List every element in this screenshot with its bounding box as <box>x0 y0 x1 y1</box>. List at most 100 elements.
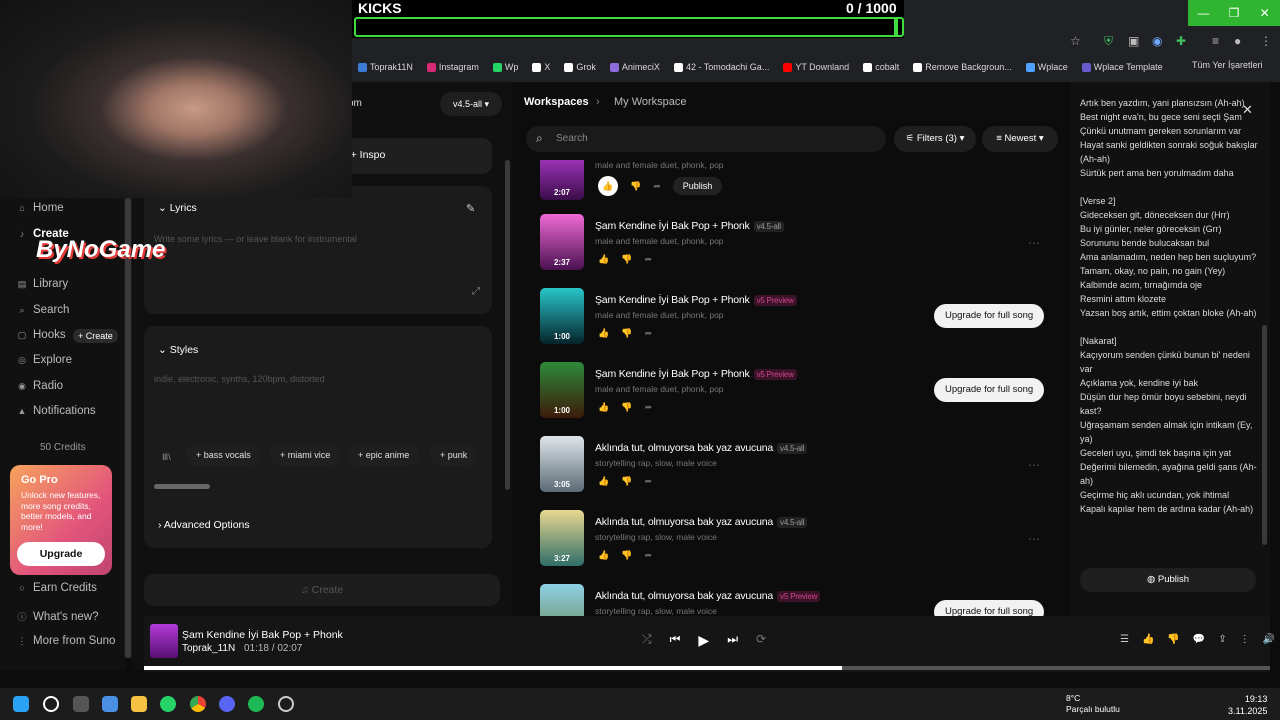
upgrade-full-song-button[interactable]: Upgrade for full song <box>934 378 1045 402</box>
file-explorer-icon[interactable] <box>131 696 147 712</box>
all-bookmarks[interactable]: Tüm Yer İşaretleri <box>1192 60 1263 70</box>
like-icon[interactable]: 👍 <box>598 176 618 196</box>
bookmark-item[interactable]: Wplace Template <box>1081 62 1163 72</box>
share-icon[interactable]: ⇪ <box>1218 634 1226 645</box>
chrome-icon[interactable] <box>190 696 206 712</box>
more-icon[interactable]: ⋯ <box>1028 458 1040 472</box>
share-icon[interactable]: ➦ <box>644 550 652 561</box>
bookmark-item[interactable]: cobalt <box>863 62 899 72</box>
nav-hooks[interactable]: ▢ Hooks <box>17 329 66 341</box>
sidebar-scrollbar[interactable] <box>124 198 132 658</box>
url-bar[interactable]: ☆ ⛨ ▣ ◉ ✚ ≡ ● ⋮ <box>360 30 1280 54</box>
song-row[interactable]: 1:00 Şam Kendine İyi Bak Pop + Phonk v5 Pr… <box>538 362 1058 424</box>
dislike-icon[interactable]: 👎 <box>1167 634 1179 645</box>
bookmark-item[interactable]: Instagram <box>426 62 479 72</box>
search-input[interactable]: ⌕ Search <box>526 126 886 152</box>
nav-more-from-suno[interactable]: ⋮ More from Suno <box>17 635 116 647</box>
audio-icon[interactable]: ◉ <box>1152 34 1162 48</box>
like-icon[interactable]: 👍 <box>598 402 609 413</box>
avatar-icon[interactable]: ● <box>1234 34 1241 48</box>
window-controls[interactable]: — ❐ ✕ <box>1188 0 1280 26</box>
queue-icon[interactable]: ☰ <box>1120 634 1129 645</box>
song-thumbnail[interactable]: 1:00 <box>540 362 584 418</box>
spotify-icon[interactable] <box>248 696 264 712</box>
styles-library-icon[interactable]: Ⅲ\ <box>162 452 171 463</box>
song-thumbnail[interactable] <box>540 584 584 618</box>
share-icon[interactable]: ➦ <box>644 328 652 339</box>
bookmark-item[interactable]: Toprak11N <box>358 62 413 72</box>
player-title[interactable]: Şam Kendine İyi Bak Pop + Phonk <box>182 629 343 641</box>
song-thumbnail[interactable]: 1:00 <box>540 288 584 344</box>
close-icon[interactable]: ✕ <box>1242 102 1253 118</box>
like-icon[interactable]: 👍 <box>598 550 609 561</box>
lyrics-card[interactable]: ⌄ Lyrics ✎ Write some lyrics — or leave … <box>144 186 492 314</box>
nav-notifications[interactable]: ▲ Notifications <box>17 405 96 417</box>
breadcrumb-root[interactable]: Workspaces <box>524 96 589 108</box>
more-icon[interactable]: ⋯ <box>1028 532 1040 546</box>
song-title[interactable]: Aklında tut, olmuyorsa bak yaz avucuna <box>595 516 773 528</box>
chip-bass-vocals[interactable]: + bass vocals <box>186 444 261 466</box>
bookmark-item[interactable]: AnimeciX <box>609 62 660 72</box>
comment-icon[interactable]: 💬 <box>1193 634 1205 645</box>
lyrics-scrollbar[interactable] <box>1262 325 1267 545</box>
dislike-icon[interactable]: 👎 <box>621 254 632 265</box>
app-icon[interactable] <box>278 696 294 712</box>
song-thumbnail[interactable]: 3:27 <box>540 510 584 566</box>
chip-punk[interactable]: + punk <box>430 444 478 466</box>
lyrics-publish-button[interactable]: ◍ Publish <box>1080 568 1256 592</box>
player-artist[interactable]: Toprak_11N <box>182 643 235 654</box>
share-icon[interactable]: ➦ <box>653 181 661 192</box>
model-select[interactable]: v4.5-all ▾ <box>440 92 502 116</box>
song-row[interactable]: 2:07 male and female duet, phonk, pop 👍 👎 ➦ P… <box>538 160 1058 200</box>
song-row[interactable]: 3:27 Aklında tut, olmuyorsa bak yaz avucu… <box>538 510 1058 572</box>
share-icon[interactable]: ➦ <box>644 402 652 413</box>
progress-bar[interactable] <box>144 666 1270 670</box>
dislike-icon[interactable]: 👎 <box>621 476 632 487</box>
bookmark-item[interactable]: Remove Backgroun... <box>913 62 1012 72</box>
bookmark-item[interactable]: YT Downland <box>783 62 849 72</box>
like-icon[interactable]: 👍 <box>598 254 609 265</box>
song-title[interactable]: Aklında tut, olmuyorsa bak yaz avucuna <box>595 590 773 602</box>
close-icon[interactable]: ✕ <box>1249 0 1280 26</box>
song-title[interactable]: Şam Kendine İyi Bak Pop + Phonk <box>595 220 750 232</box>
previous-icon[interactable]: ⏮ <box>670 632 681 649</box>
nav-home[interactable]: ⌂ Home <box>17 202 63 214</box>
more-icon[interactable]: ⋮ <box>1240 634 1250 645</box>
widgets-icon[interactable] <box>102 696 118 712</box>
extension-icon[interactable]: ▣ <box>1128 34 1139 48</box>
minimize-icon[interactable]: — <box>1188 0 1219 26</box>
create-scrollbar[interactable] <box>504 160 512 560</box>
upgrade-full-song-button[interactable]: Upgrade for full song <box>934 304 1045 328</box>
player-thumbnail[interactable] <box>150 624 178 658</box>
expand-icon[interactable]: ⤢ <box>472 286 480 297</box>
song-row[interactable]: 2:37 Şam Kendine İyi Bak Pop + Phonk v4.5-… <box>538 214 1058 276</box>
share-icon[interactable]: ➦ <box>644 476 652 487</box>
like-icon[interactable]: 👍 <box>598 328 609 339</box>
bookmark-item[interactable]: Wp <box>492 62 518 72</box>
maximize-icon[interactable]: ❐ <box>1219 0 1250 26</box>
star-icon[interactable]: ☆ <box>1070 34 1081 48</box>
bookmark-item[interactable]: 42 - Tomodachi Ga... <box>673 62 769 72</box>
menu-icon[interactable]: ≡ <box>1212 34 1219 48</box>
upgrade-button[interactable]: Upgrade <box>17 542 105 566</box>
chip-miami-vice[interactable]: + miami vice <box>270 444 341 466</box>
dislike-icon[interactable]: 👎 <box>621 402 632 413</box>
breadcrumb-current[interactable]: My Workspace <box>614 96 687 108</box>
windows-start-icon[interactable] <box>13 696 29 712</box>
publish-button[interactable]: Publish <box>672 177 723 195</box>
song-thumbnail[interactable]: 2:37 <box>540 214 584 270</box>
nav-library[interactable]: ▤ Library <box>17 278 68 290</box>
chip-epic-anime[interactable]: + epic anime <box>348 444 420 466</box>
nav-explore[interactable]: ◎ Explore <box>17 354 72 366</box>
nav-search[interactable]: ⌕ Search <box>17 304 69 316</box>
hooks-create-button[interactable]: + Create <box>73 329 118 343</box>
nav-radio[interactable]: ◉ Radio <box>17 380 63 392</box>
filters-button[interactable]: ⚟ Filters (3) ▾ <box>894 126 976 152</box>
song-row[interactable]: 1:00 Şam Kendine İyi Bak Pop + Phonk v5 Pr… <box>538 288 1058 350</box>
song-title[interactable]: Şam Kendine İyi Bak Pop + Phonk <box>595 294 750 306</box>
puzzle-icon[interactable]: ✚ <box>1176 34 1186 48</box>
kebab-icon[interactable]: ⋮ <box>1260 34 1272 48</box>
lyrics-input[interactable]: Write some lyrics — or leave blank for i… <box>154 234 357 244</box>
repeat-icon[interactable]: ⟳ <box>756 632 766 649</box>
magic-wand-icon[interactable]: ✎ <box>466 202 475 215</box>
